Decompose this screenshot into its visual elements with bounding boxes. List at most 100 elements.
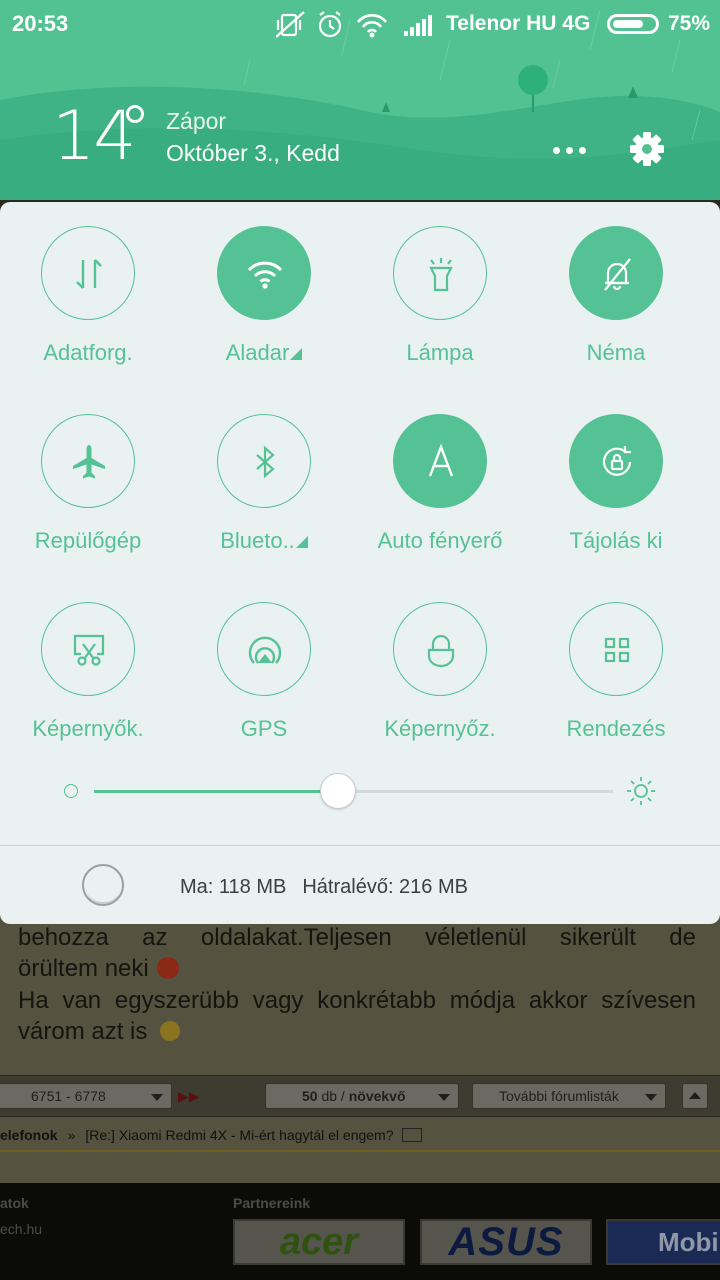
chevron-down-icon xyxy=(645,1094,657,1101)
tile-airplane[interactable]: Repülőgép xyxy=(0,390,176,560)
page-size-select[interactable]: 50 db / növekvő xyxy=(265,1083,459,1109)
tile-toggle-button[interactable] xyxy=(393,226,487,320)
tile-rotation-lock[interactable]: Tájolás ki xyxy=(528,390,704,560)
wifi-icon xyxy=(247,261,283,289)
grid-icon xyxy=(604,637,630,663)
expand-icon[interactable] xyxy=(295,536,308,548)
memory-info: Ma: 118 MB Hátralévő: 216 MB xyxy=(180,876,468,899)
notification-header: 20:53 Telenor HU 4G 75% 14 Zápor Október… xyxy=(0,0,720,200)
screenshot-icon xyxy=(73,634,105,666)
forum-pager: 6751 - 6778 ▶▶ 50 db / növekvő További f… xyxy=(0,1075,720,1117)
tile-bluetooth[interactable]: Blueto.. xyxy=(176,390,352,560)
memory-clean-button[interactable] xyxy=(82,864,124,906)
tile-label[interactable]: Rendezés xyxy=(528,716,704,742)
tile-label[interactable]: GPS xyxy=(176,716,352,742)
breadcrumb-topic[interactable]: [Re:] Xiaomi Redmi 4X - Mi-ért hagytál e… xyxy=(85,1127,393,1143)
lock-screen-icon xyxy=(427,634,455,668)
bluetooth-icon xyxy=(256,445,275,479)
last-page-icon[interactable]: ▶▶ xyxy=(178,1088,208,1106)
tile-label-text: GPS xyxy=(240,716,288,741)
tile-toggle-button[interactable] xyxy=(569,414,663,508)
mail-icon[interactable] xyxy=(401,1128,422,1142)
tile-label-text: Repülőgép xyxy=(34,528,142,553)
tile-label[interactable]: Aladar xyxy=(176,340,352,366)
post-text-line: várom azt is xyxy=(18,1016,696,1047)
asus-logo[interactable]: ASUS xyxy=(420,1219,592,1265)
wifi-icon xyxy=(356,14,388,33)
tile-label-text: Auto fényerő xyxy=(377,528,503,553)
page-range-select[interactable]: 6751 - 6778 xyxy=(0,1083,172,1109)
slider-track[interactable] xyxy=(94,773,613,809)
tile-toggle-button[interactable] xyxy=(217,602,311,696)
background-webpage: behozza az oldalakat.Teljesen véletlenül… xyxy=(0,900,720,1280)
gear-icon[interactable] xyxy=(626,128,668,170)
tile-label[interactable]: Adatforg. xyxy=(0,340,176,366)
tile-toggle-button[interactable] xyxy=(393,414,487,508)
tile-label[interactable]: Képernyők. xyxy=(0,716,176,742)
tile-lock-screen[interactable]: Képernyőz. xyxy=(352,578,528,748)
data-transfer-icon xyxy=(76,259,102,289)
tile-toggle-button[interactable] xyxy=(41,226,135,320)
clock: 20:53 xyxy=(12,11,69,36)
tile-bell-off[interactable]: Néma xyxy=(528,202,704,372)
breadcrumb-section[interactable]: elefonok xyxy=(0,1127,58,1143)
date-label[interactable]: Október 3., Kedd xyxy=(166,140,340,167)
signal-icon xyxy=(404,15,432,36)
quick-settings-panel: Adatforg. Aladar Lámpa Néma Repülőgép Blueto.… xyxy=(0,202,720,924)
tile-data-transfer[interactable]: Adatforg. xyxy=(0,202,176,372)
tile-flashlight[interactable]: Lámpa xyxy=(352,202,528,372)
gps-icon xyxy=(248,636,282,664)
airplane-icon xyxy=(73,445,105,479)
acer-logo[interactable]: acer xyxy=(233,1219,405,1265)
forum-list-select[interactable]: További fórumlisták xyxy=(472,1083,666,1109)
mobil-logo[interactable]: Mobil D xyxy=(606,1219,720,1265)
chevron-down-icon xyxy=(151,1094,163,1101)
tile-label[interactable]: Auto fényerő xyxy=(352,528,528,554)
expand-icon[interactable] xyxy=(290,348,303,360)
tile-label[interactable]: Néma xyxy=(528,340,704,366)
temperature[interactable]: 14 xyxy=(52,98,137,176)
tile-label-text: Blueto.. xyxy=(220,528,295,553)
divider xyxy=(0,1150,720,1152)
brightness-slider[interactable] xyxy=(58,768,668,814)
tile-label[interactable]: Tájolás ki xyxy=(528,528,704,554)
post-text-line: behozza az oldalakat.Teljesen véletlenül… xyxy=(18,924,696,951)
tile-toggle-button[interactable] xyxy=(569,226,663,320)
tile-grid[interactable]: Rendezés xyxy=(528,578,704,748)
tile-wifi[interactable]: Aladar xyxy=(176,202,352,372)
tile-label-text: Képernyők. xyxy=(32,716,144,741)
tile-toggle-button[interactable] xyxy=(217,226,311,320)
post-text-line: Ha van egyszerübb vagy konkrétabb módja … xyxy=(18,987,696,1014)
scroll-up-button[interactable] xyxy=(682,1083,708,1109)
tile-toggle-button[interactable] xyxy=(41,602,135,696)
status-icons xyxy=(276,11,432,38)
tile-toggle-button[interactable] xyxy=(569,602,663,696)
auto-brightness-icon xyxy=(428,443,454,477)
weather-condition: Zápor xyxy=(166,108,227,134)
tile-label[interactable]: Blueto.. xyxy=(176,528,352,554)
tile-label-text: Aladar xyxy=(225,340,290,365)
tile-label[interactable]: Képernyőz. xyxy=(352,716,528,742)
status-bar: 20:53 Telenor HU 4G 75% xyxy=(0,0,720,50)
emoji-icon xyxy=(147,1019,193,1043)
tile-toggle-button[interactable] xyxy=(393,602,487,696)
memory-remaining: Hátralévő: 216 MB xyxy=(302,876,468,898)
vibrate-off-icon xyxy=(276,11,305,38)
tile-screenshot[interactable]: Képernyők. xyxy=(0,578,176,748)
rotation-lock-icon xyxy=(602,446,632,476)
tile-label[interactable]: Lámpa xyxy=(352,340,528,366)
carrier-label: Telenor HU 4G xyxy=(446,12,591,35)
tile-auto-brightness[interactable]: Auto fényerő xyxy=(352,390,528,560)
tile-gps[interactable]: GPS xyxy=(176,578,352,748)
tile-toggle-button[interactable] xyxy=(41,414,135,508)
tile-toggle-button[interactable] xyxy=(217,414,311,508)
battery-percentage: 75% xyxy=(668,12,711,35)
more-icon[interactable] xyxy=(550,130,590,170)
flashlight-icon xyxy=(429,258,453,292)
chevron-down-icon xyxy=(438,1094,450,1101)
slider-thumb[interactable] xyxy=(319,773,356,809)
emoji-icon xyxy=(156,957,179,979)
tile-label[interactable]: Repülőgép xyxy=(0,528,176,554)
tile-label-text: Képernyőz. xyxy=(384,716,496,741)
post-text-line: örültem neki xyxy=(18,953,696,984)
